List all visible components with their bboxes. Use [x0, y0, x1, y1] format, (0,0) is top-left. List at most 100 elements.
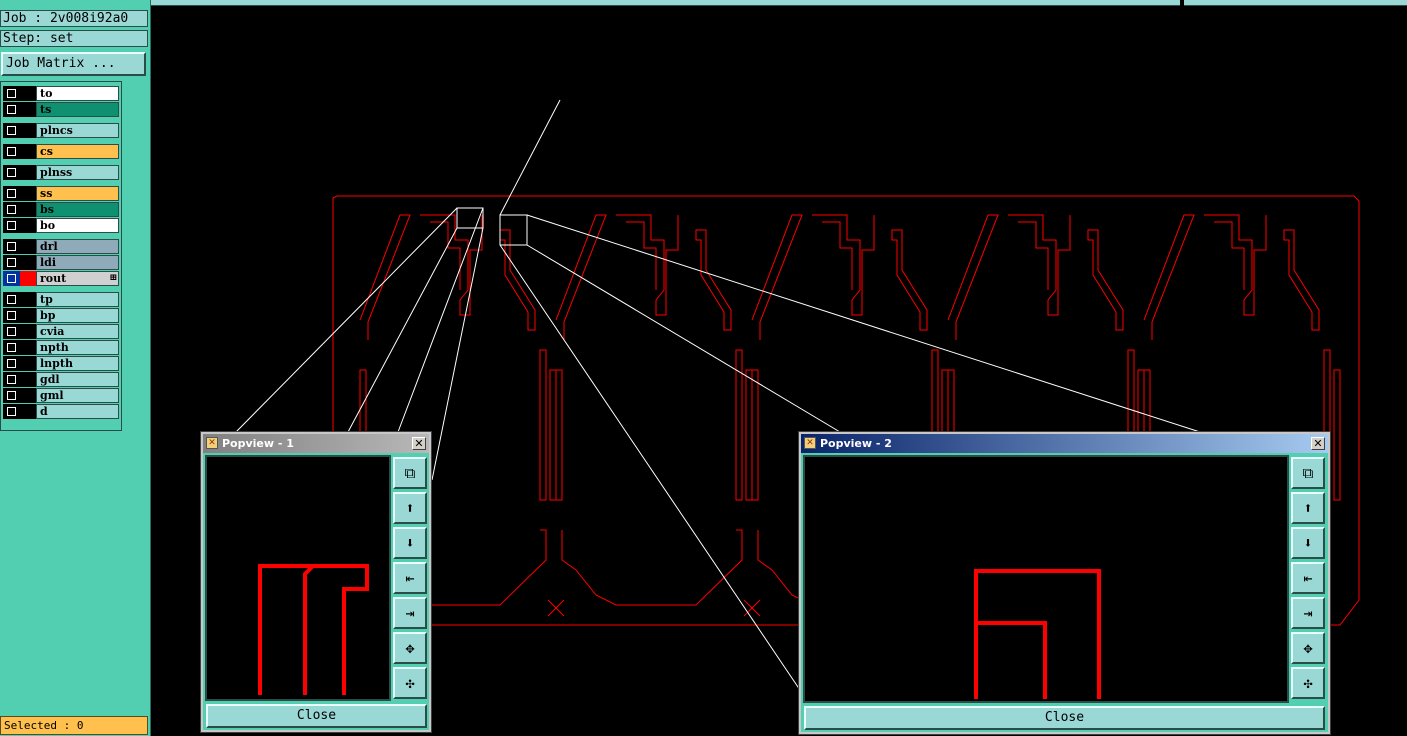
layer-checkbox[interactable]	[3, 340, 20, 355]
popview-2-view[interactable]	[803, 455, 1289, 703]
popview-2-close-button[interactable]: Close	[804, 706, 1325, 730]
zoom-out-icon[interactable]: ✥	[393, 632, 427, 664]
layer-row-npth[interactable]: npth	[3, 340, 119, 355]
layer-name-label[interactable]: bo	[36, 218, 119, 233]
layer-checkbox[interactable]	[3, 292, 20, 307]
layer-row-gml[interactable]: gml	[3, 388, 119, 403]
layer-row-gdl[interactable]: gdl	[3, 372, 119, 387]
pan-up-icon[interactable]: ⬆	[393, 492, 427, 524]
layer-name-label[interactable]: gml	[36, 388, 119, 403]
layer-color-swatch[interactable]	[20, 86, 36, 101]
layer-name-label[interactable]: cs	[36, 144, 119, 159]
layer-row-d[interactable]: d	[3, 404, 119, 419]
layer-name-label[interactable]: bp	[36, 308, 119, 323]
layer-color-swatch[interactable]	[20, 404, 36, 419]
popview-2-window[interactable]: ✕ Popview - 2 ✕ ⧉ ⬆ ⬇ ⇤ ⇥ ✥ ✣ Close	[798, 431, 1331, 735]
layer-row-bo[interactable]: bo	[3, 218, 119, 233]
layer-color-swatch[interactable]	[20, 202, 36, 217]
layer-color-swatch[interactable]	[20, 186, 36, 201]
zoom-out-icon[interactable]: ✥	[1291, 632, 1325, 664]
layer-checkbox[interactable]	[3, 324, 20, 339]
layer-color-swatch[interactable]	[20, 292, 36, 307]
layer-name-label[interactable]: ldi	[36, 255, 119, 270]
layer-color-swatch[interactable]	[20, 165, 36, 180]
pan-right-icon[interactable]: ⇥	[1291, 597, 1325, 629]
layer-name-label[interactable]: gdl	[36, 372, 119, 387]
layer-name-label[interactable]: cvia	[36, 324, 119, 339]
layer-row-drl[interactable]: drl	[3, 239, 119, 254]
layer-name-label[interactable]: npth	[36, 340, 119, 355]
layer-checkbox[interactable]	[3, 255, 20, 270]
layer-checkbox[interactable]	[3, 356, 20, 371]
layer-checkbox[interactable]	[3, 271, 20, 286]
zoom-in-icon[interactable]: ✣	[393, 667, 427, 699]
layer-row-bp[interactable]: bp	[3, 308, 119, 323]
layer-row-lnpth[interactable]: lnpth	[3, 356, 119, 371]
layer-color-swatch[interactable]	[20, 255, 36, 270]
layer-name-label[interactable]: bs	[36, 202, 119, 217]
layer-row-ldi[interactable]: ldi	[3, 255, 119, 270]
zoom-window-icon[interactable]: ⧉	[1291, 457, 1325, 489]
layer-row-cvia[interactable]: cvia	[3, 324, 119, 339]
layer-color-swatch[interactable]	[20, 340, 36, 355]
layer-row-plncs[interactable]: plncs	[3, 123, 119, 138]
layer-color-swatch[interactable]	[20, 372, 36, 387]
layer-color-swatch[interactable]	[20, 102, 36, 117]
window-close-icon[interactable]: ✕	[1311, 437, 1325, 450]
layer-color-swatch[interactable]	[20, 324, 36, 339]
layer-color-swatch[interactable]	[20, 356, 36, 371]
layer-row-tp[interactable]: tp	[3, 292, 119, 307]
popview-1-window[interactable]: ✕ Popview - 1 ✕ ⧉ ⬆ ⬇ ⇤ ⇥ ✥ ✣ Close	[200, 431, 432, 733]
layer-row-bs[interactable]: bs	[3, 202, 119, 217]
layer-name-label[interactable]: drl	[36, 239, 119, 254]
layer-row-ts[interactable]: ts	[3, 102, 119, 117]
layer-row-plnss[interactable]: plnss	[3, 165, 119, 180]
pan-left-icon[interactable]: ⇤	[1291, 562, 1325, 594]
layer-checkbox[interactable]	[3, 218, 20, 233]
pan-left-icon[interactable]: ⇤	[393, 562, 427, 594]
layer-name-label[interactable]: rout ⊞	[36, 271, 119, 286]
layer-color-swatch[interactable]	[20, 218, 36, 233]
popview-1-titlebar[interactable]: ✕ Popview - 1 ✕	[203, 434, 429, 453]
layer-name-label[interactable]: to	[36, 86, 119, 101]
layer-checkbox[interactable]	[3, 165, 20, 180]
pan-right-icon[interactable]: ⇥	[393, 597, 427, 629]
layer-name-label[interactable]: tp	[36, 292, 119, 307]
layer-color-swatch[interactable]	[20, 239, 36, 254]
layer-checkbox[interactable]	[3, 102, 20, 117]
layer-name-label[interactable]: plnss	[36, 165, 119, 180]
layer-checkbox[interactable]	[3, 404, 20, 419]
layer-row-ss[interactable]: ss	[3, 186, 119, 201]
layer-checkbox[interactable]	[3, 202, 20, 217]
layer-checkbox[interactable]	[3, 388, 20, 403]
layer-checkbox[interactable]	[3, 186, 20, 201]
layer-checkbox[interactable]	[3, 372, 20, 387]
layer-checkbox[interactable]	[3, 123, 20, 138]
layer-checkbox[interactable]	[3, 144, 20, 159]
layer-name-label[interactable]: lnpth	[36, 356, 119, 371]
layer-color-swatch[interactable]	[20, 144, 36, 159]
pan-down-icon[interactable]: ⬇	[1291, 527, 1325, 559]
popview-1-view[interactable]	[205, 455, 391, 701]
pan-down-icon[interactable]: ⬇	[393, 527, 427, 559]
layer-color-swatch[interactable]	[20, 388, 36, 403]
layer-color-swatch[interactable]	[20, 308, 36, 323]
popview-1-close-button[interactable]: Close	[206, 704, 427, 728]
layer-name-label[interactable]: ss	[36, 186, 119, 201]
layer-row-cs[interactable]: cs	[3, 144, 119, 159]
layer-checkbox[interactable]	[3, 308, 20, 323]
layer-row-rout[interactable]: rout ⊞	[3, 271, 119, 286]
pan-up-icon[interactable]: ⬆	[1291, 492, 1325, 524]
zoom-in-icon[interactable]: ✣	[1291, 667, 1325, 699]
layer-name-label[interactable]: ts	[36, 102, 119, 117]
layer-name-label[interactable]: d	[36, 404, 119, 419]
zoom-window-icon[interactable]: ⧉	[393, 457, 427, 489]
layer-row-to[interactable]: to	[3, 86, 119, 101]
layer-checkbox[interactable]	[3, 86, 20, 101]
window-close-icon[interactable]: ✕	[412, 437, 426, 450]
layer-checkbox[interactable]	[3, 239, 20, 254]
popview-2-titlebar[interactable]: ✕ Popview - 2 ✕	[801, 434, 1328, 453]
layer-color-swatch[interactable]	[20, 271, 36, 286]
layer-name-label[interactable]: plncs	[36, 123, 119, 138]
job-matrix-button[interactable]: Job Matrix ...	[1, 52, 146, 76]
